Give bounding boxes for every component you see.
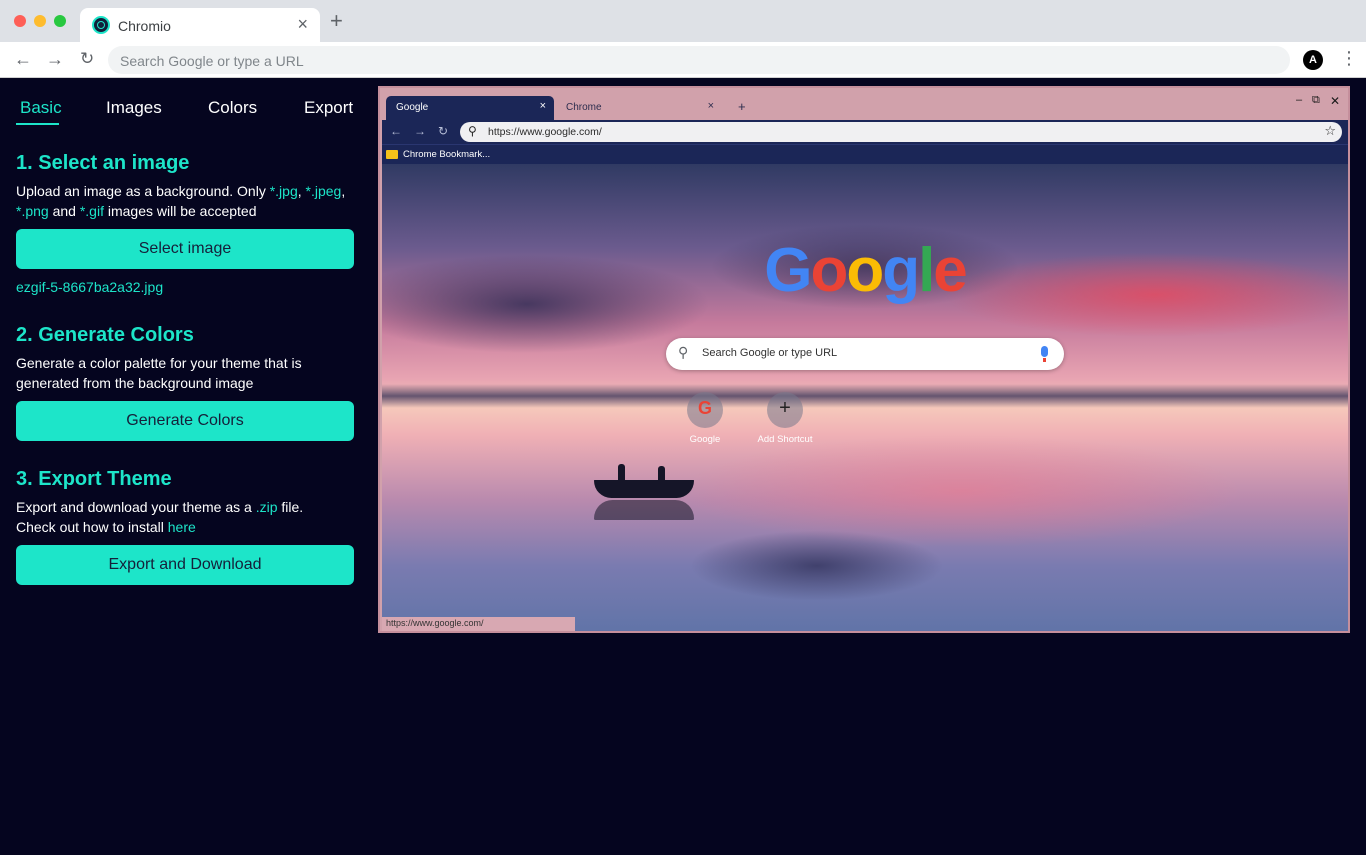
preview-toolbar: ← → ↻ ⚲ https://www.google.com/ ☆ <box>382 120 1348 144</box>
preview-minimize-icon: – <box>1296 94 1303 106</box>
preview-url: https://www.google.com/ <box>488 126 602 138</box>
preview-back-arrow-icon: ← <box>390 124 402 138</box>
preview-tab-active: Google × <box>386 96 554 120</box>
preview-omnibox: ⚲ https://www.google.com/ ☆ <box>460 122 1342 142</box>
preview-bookmark-label: Chrome Bookmark... <box>403 149 491 160</box>
preview-shortcut-add: + Add Shortcut <box>745 392 825 445</box>
minimize-window-button[interactable] <box>34 15 46 27</box>
install-help-link[interactable]: here <box>168 519 196 535</box>
preview-reload-icon: ↻ <box>438 124 449 138</box>
maximize-window-button[interactable] <box>54 15 66 27</box>
preview-shortcut-google: G Google <box>665 392 745 445</box>
preview-tab-close-icon: × <box>539 100 546 112</box>
back-arrow-icon[interactable]: ← <box>14 49 32 69</box>
close-window-button[interactable] <box>14 15 26 27</box>
tab-title: Chromio <box>118 18 171 34</box>
preview-background-image: Google ⚲ Search Google or type URL G Goo… <box>382 164 1348 631</box>
select-image-description: Upload an image as a background. Only *.… <box>16 183 346 219</box>
active-tab-indicator <box>16 123 59 125</box>
preview-new-tab-icon: + <box>738 99 746 114</box>
tab-close-icon[interactable]: × <box>297 14 308 35</box>
forward-arrow-icon[interactable]: → <box>46 49 64 69</box>
preview-search-box-icon: ⚲ <box>678 344 689 360</box>
tab-export[interactable]: Export <box>304 98 353 118</box>
section-heading-generate-colors: 2. Generate Colors <box>16 324 194 346</box>
chromio-favicon-icon <box>92 16 110 34</box>
theme-preview: Google × Chrome × + – ⧉ ✕ ← → ↻ ⚲ https:… <box>378 86 1350 633</box>
selected-filename: ezgif-5-8667ba2a32.jpg <box>16 279 164 295</box>
preview-bookmarks-bar: Chrome Bookmark... <box>382 144 1348 164</box>
profile-avatar[interactable]: A <box>1303 50 1323 70</box>
section-heading-select-image: 1. Select an image <box>16 152 190 174</box>
omnibox[interactable]: Search Google or type a URL <box>108 46 1290 74</box>
preview-boat-figure <box>618 464 625 481</box>
browser-tab[interactable]: Chromio × <box>80 8 320 42</box>
preview-tab-inactive: Chrome × <box>558 96 722 120</box>
export-download-button[interactable]: Export and Download <box>16 545 354 585</box>
omnibox-placeholder: Search Google or type a URL <box>120 53 304 69</box>
preview-shortcut-label: Google <box>689 434 721 445</box>
section-heading-export-theme: 3. Export Theme <box>16 468 172 490</box>
generate-colors-button[interactable]: Generate Colors <box>16 401 354 441</box>
preview-search-icon: ⚲ <box>468 124 477 138</box>
google-logo: Google <box>764 236 968 305</box>
preview-close-icon: ✕ <box>1330 94 1341 108</box>
preview-tab-inactive-label: Chrome <box>566 102 602 113</box>
reload-icon[interactable]: ↻ <box>80 49 94 69</box>
tab-images[interactable]: Images <box>106 98 162 118</box>
preview-search-placeholder: Search Google or type URL <box>702 347 838 359</box>
preview-shortcut-icon: G <box>687 392 723 428</box>
preview-mic-icon <box>1041 346 1048 362</box>
preview-tabstrip: Google × Chrome × + – ⧉ ✕ <box>380 88 1348 120</box>
preview-tab-active-label: Google <box>396 102 429 113</box>
preview-maximize-icon: ⧉ <box>1312 94 1320 106</box>
menu-dots-icon[interactable]: ⋮ <box>1340 48 1358 68</box>
browser-titlebar: Chromio × + <box>0 0 1366 42</box>
preview-boat-reflection <box>594 500 694 520</box>
tab-colors[interactable]: Colors <box>208 98 257 118</box>
preview-folder-icon <box>386 150 398 159</box>
select-image-button[interactable]: Select image <box>16 229 354 269</box>
preview-status-url: https://www.google.com/ <box>386 618 484 628</box>
new-tab-button[interactable]: + <box>330 10 343 32</box>
export-theme-description: Export and download your theme as a .zip… <box>16 499 304 535</box>
browser-toolbar: ← → ↻ Search Google or type a URL A ⋮ <box>0 42 1366 78</box>
preview-add-shortcut-icon: + <box>767 392 803 428</box>
preview-shortcut-label: Add Shortcut <box>757 434 813 445</box>
preview-status-bar: https://www.google.com/ <box>382 617 575 631</box>
preview-tab-close-icon: × <box>707 100 714 112</box>
preview-forward-arrow-icon: → <box>414 124 426 138</box>
preview-search-box: ⚲ Search Google or type URL <box>666 338 1064 370</box>
tab-basic[interactable]: Basic <box>20 98 62 118</box>
preview-horizon <box>382 384 1348 408</box>
preview-star-icon: ☆ <box>1324 123 1336 138</box>
theme-editor-panel: Basic Images Colors Export 1. Select an … <box>0 79 370 855</box>
preview-boat-silhouette <box>594 480 694 498</box>
preview-boat-figure <box>658 466 665 481</box>
generate-colors-description: Generate a color palette for your theme … <box>16 355 302 391</box>
